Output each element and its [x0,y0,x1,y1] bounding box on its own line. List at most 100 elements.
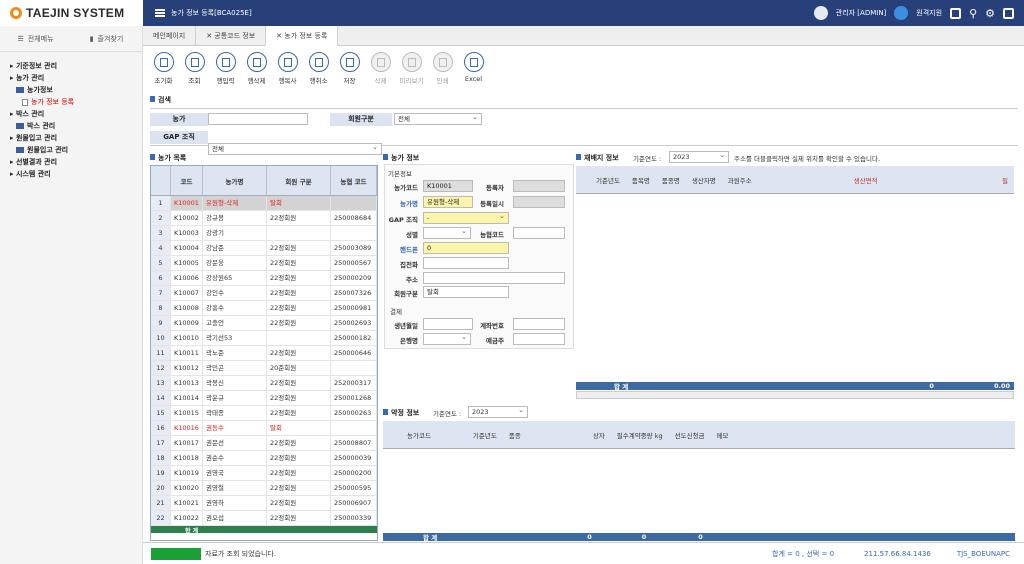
hamburger-menu-icon[interactable] [155,9,165,17]
table-cell[interactable]: 22정회원 [267,451,331,465]
table-row[interactable]: 21 K10021 권영하 22정회원 250006907 [151,496,377,511]
sidebar-item[interactable]: ▸ 원물입고 관리 [0,132,142,144]
table-cell[interactable]: K10005 [171,256,203,270]
col-member[interactable]: 회원 구분 [267,166,331,195]
table-cell[interactable]: 권동수 [203,421,267,435]
table-cell[interactable]: 252000317 [331,376,377,390]
table-cell[interactable]: 권문선 [203,436,267,450]
table-cell[interactable]: 20준회원 [267,361,331,375]
table-cell[interactable]: 강인수 [203,286,267,300]
col-advance[interactable]: 선도신청금 [669,430,711,440]
table-cell[interactable]: K10011 [171,346,203,360]
table-cell[interactable]: K10021 [171,496,203,510]
col-variety[interactable]: 품종명 [656,175,686,185]
table-cell[interactable] [267,331,331,345]
table-cell[interactable]: 22정회원 [267,406,331,420]
table-cell[interactable]: 22정회원 [267,211,331,225]
table-cell[interactable] [331,226,377,240]
table-row[interactable]: 7 K10007 강인수 22정회원 250007326 [151,286,377,301]
table-cell[interactable]: 22정회원 [267,436,331,450]
table-cell[interactable]: K10012 [171,361,203,375]
remote-support-button[interactable]: 원격지원 [916,8,942,18]
table-cell[interactable]: 22정회원 [267,286,331,300]
table-cell[interactable]: 유원형-삭제 [203,196,267,210]
table-row[interactable]: 1 K10001 유원형-삭제 탈회 [151,196,377,211]
sidebar-item[interactable]: ▸ 시스템 관리 [0,168,142,180]
table-cell[interactable] [331,361,377,375]
table-cell[interactable]: 22정회원 [267,376,331,390]
member-type-select[interactable]: 전체 [394,112,482,125]
table-row[interactable]: 5 K10005 강문웅 22정회원 250000567 [151,256,377,271]
table-cell[interactable]: K10019 [171,466,203,480]
toolbar-button[interactable]: 인쇄 [429,52,456,85]
table-cell[interactable]: 22정회원 [267,301,331,315]
table-cell[interactable]: 250002693 [331,316,377,330]
table-cell[interactable]: K10002 [171,211,203,225]
table-cell[interactable]: K10001 [171,196,203,210]
table-row[interactable]: 3 K10003 강광기 [151,226,377,241]
toolbar-button[interactable]: 삭제 [367,52,394,85]
table-cell[interactable]: 22정회원 [267,511,331,525]
table-cell[interactable]: 250000263 [331,406,377,420]
table-cell[interactable]: 강규봉 [203,211,267,225]
table-cell[interactable]: 250007326 [331,286,377,300]
table-cell[interactable]: 250000200 [331,466,377,480]
table-cell[interactable]: K10007 [171,286,203,300]
toolbar-button[interactable]: Excel [460,52,487,85]
table-cell[interactable]: 250000981 [331,301,377,315]
gear-icon[interactable]: ⚙ [985,7,995,20]
gap-org-select[interactable]: - [423,211,509,224]
table-cell[interactable]: 권오섭 [203,511,267,525]
sidebar-item[interactable]: 원물입고 관리 [0,144,142,156]
table-cell[interactable]: 22정회원 [267,316,331,330]
table-cell[interactable] [331,421,377,435]
table-cell[interactable]: 250000209 [331,271,377,285]
sidebar-tab-favorites[interactable]: ▮ 즐겨찾기 [71,34,142,44]
table-cell[interactable]: 곽노준 [203,346,267,360]
toolbar-button[interactable]: 미리보기 [398,52,425,85]
table-row[interactable]: 15 K10015 곽태종 22정회원 250000263 [151,406,377,421]
table-row[interactable]: 19 K10019 권영국 22정회원 250000200 [151,466,377,481]
table-cell[interactable]: 탈회 [267,196,331,210]
table-cell[interactable]: K10013 [171,376,203,390]
farmer-input[interactable] [208,113,308,125]
table-cell[interactable]: 권영철 [203,481,267,495]
col-name[interactable]: 농가명 [203,166,267,195]
table-cell[interactable]: K10022 [171,511,203,525]
table-cell[interactable]: 곽태종 [203,406,267,420]
table-cell[interactable]: K10014 [171,391,203,405]
nh-code-field[interactable] [513,227,565,239]
table-cell[interactable]: 22정회원 [267,496,331,510]
sidebar-item[interactable]: ▸ 기준정보 관리 [0,60,142,72]
col-farm-code[interactable]: 농가코드 [401,430,437,440]
table-cell[interactable]: K10017 [171,436,203,450]
table-cell[interactable]: 250001268 [331,391,377,405]
table-cell[interactable]: K10018 [171,451,203,465]
table-cell[interactable]: K10006 [171,271,203,285]
table-cell[interactable]: 22정회원 [267,256,331,270]
table-row[interactable]: 18 K10018 권순수 22정회원 250000039 [151,451,377,466]
search-icon[interactable]: ⚲ [969,7,977,20]
table-cell[interactable]: 250008684 [331,211,377,225]
table-cell[interactable]: 권영하 [203,496,267,510]
toolbar-button[interactable]: 조회 [181,52,208,85]
table-cell[interactable]: 250000339 [331,511,377,525]
table-row[interactable]: 2 K10002 강규봉 22정회원 250008684 [151,211,377,226]
gap-select[interactable]: 전체 [208,142,382,155]
sidebar-item[interactable]: ▸ 선별결과 관리 [0,156,142,168]
cultivation-scrollbar[interactable] [576,391,1014,399]
sidebar-item[interactable]: 농가 정보 등록 [0,96,142,108]
table-row[interactable]: 22 K10022 권오섭 22정회원 250000339 [151,511,377,526]
table-cell[interactable]: 22정회원 [267,271,331,285]
table-cell[interactable]: 250000595 [331,481,377,495]
table-cell[interactable]: 250006907 [331,496,377,510]
member-type-field[interactable]: 탈회 [423,286,509,298]
col-item[interactable]: 품목명 [626,175,656,185]
tab-common-code[interactable]: ✕ 공통코드 정보 [196,26,267,46]
sidebar-tab-all-menu[interactable]: ☰ 전체메뉴 [0,34,71,44]
table-row[interactable]: 14 K10014 곽운규 22정회원 250001268 [151,391,377,406]
table-cell[interactable]: 250003089 [331,241,377,255]
tab-main[interactable]: 메인페이지 [143,26,197,46]
table-cell[interactable]: 22정회원 [267,391,331,405]
table-row[interactable]: 13 K10013 곽봉신 22정회원 252000317 [151,376,377,391]
